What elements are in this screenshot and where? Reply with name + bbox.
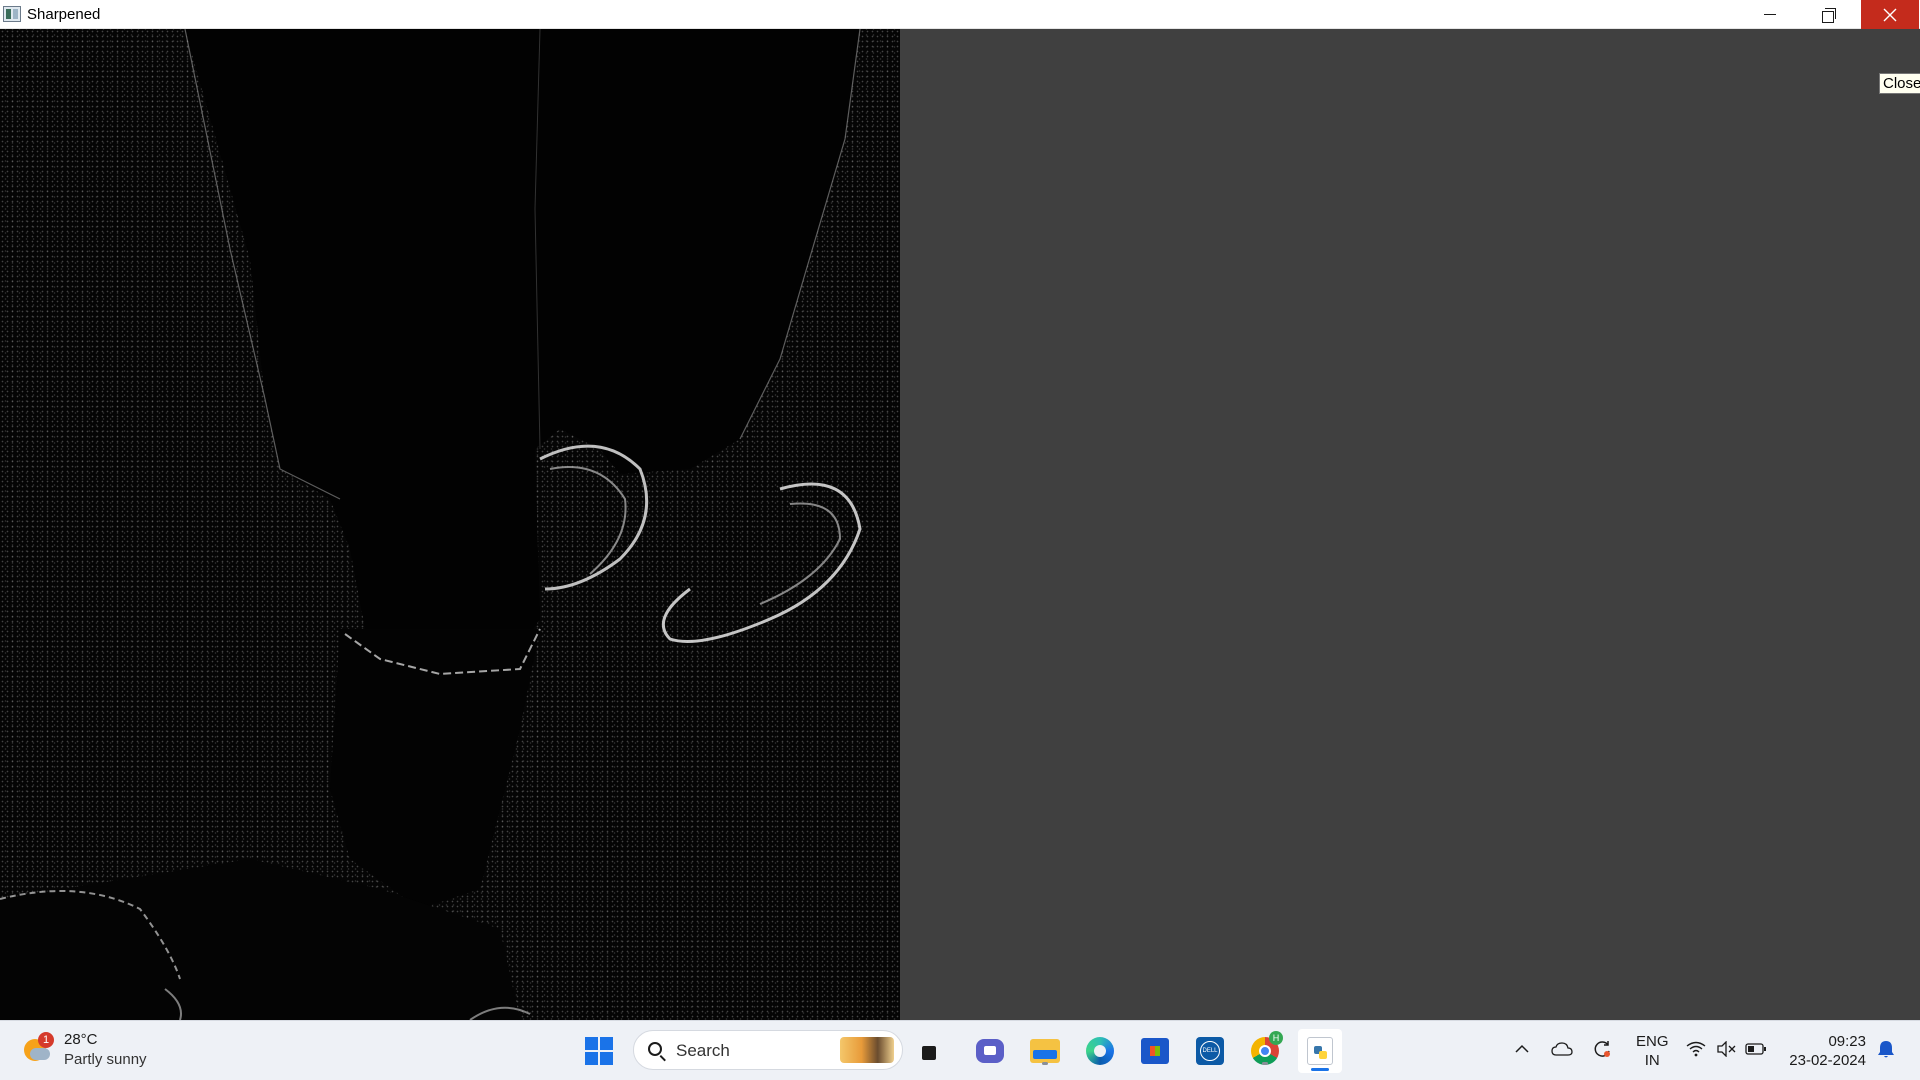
window-content: Close	[0, 29, 1920, 1020]
restore-button[interactable]	[1800, 0, 1858, 29]
volume-button[interactable]	[1714, 1037, 1738, 1061]
battery-icon	[1745, 1043, 1766, 1055]
weather-temperature: 28°C	[64, 1031, 98, 1048]
chevron-up-icon	[1515, 1044, 1529, 1053]
close-button[interactable]	[1861, 0, 1919, 29]
notifications-button[interactable]	[1874, 1037, 1898, 1061]
edge-icon	[1086, 1037, 1114, 1065]
image-edges	[0, 29, 862, 1020]
sharpened-image	[0, 29, 900, 1020]
volume-muted-icon	[1717, 1041, 1736, 1057]
clock[interactable]: 09:23 23-02-2024	[1784, 1032, 1866, 1070]
chrome-profile-badge: H	[1269, 1031, 1283, 1045]
battery-button[interactable]	[1744, 1037, 1768, 1061]
clock-time: 09:23	[1828, 1033, 1866, 1050]
wifi-icon	[1686, 1041, 1706, 1057]
cloud-icon	[30, 1048, 50, 1060]
search-highlight-image	[840, 1037, 894, 1063]
start-button[interactable]	[581, 1033, 617, 1069]
show-hidden-icons-button[interactable]	[1510, 1037, 1534, 1061]
cloud-sync-icon	[1551, 1042, 1573, 1056]
store-button[interactable]	[1137, 1033, 1173, 1069]
file-explorer-button[interactable]	[1027, 1033, 1063, 1069]
title-bar: Sharpened	[0, 0, 1920, 29]
folder-icon	[1030, 1039, 1060, 1063]
task-view-icon	[922, 1042, 943, 1060]
restore-icon	[1822, 7, 1836, 23]
python-app-button[interactable]	[1298, 1029, 1342, 1073]
task-view-button[interactable]	[914, 1033, 950, 1069]
weather-widget[interactable]: 1 28°C Partly sunny	[22, 1031, 172, 1071]
store-icon	[1141, 1038, 1169, 1064]
dell-icon: DELL	[1196, 1037, 1224, 1065]
edge-button[interactable]	[1082, 1033, 1118, 1069]
dell-button[interactable]: DELL	[1192, 1033, 1228, 1069]
taskbar-search[interactable]: Search	[633, 1030, 903, 1070]
weather-condition: Partly sunny	[64, 1051, 147, 1068]
search-placeholder: Search	[676, 1041, 730, 1060]
taskbar: 1 28°C Partly sunny Search DELL H ENG IN…	[0, 1020, 1920, 1080]
minimize-button[interactable]	[1741, 0, 1799, 29]
chat-button[interactable]	[972, 1033, 1008, 1069]
windows-logo-icon	[585, 1037, 613, 1065]
onedrive-tray-button[interactable]	[1550, 1037, 1574, 1061]
refresh-icon	[1594, 1041, 1610, 1057]
chrome-button[interactable]: H	[1247, 1031, 1283, 1069]
sync-tray-button[interactable]	[1590, 1037, 1614, 1061]
language-indicator[interactable]: ENG IN	[1636, 1032, 1669, 1070]
running-indicator	[1262, 1062, 1268, 1065]
clock-date: 23-02-2024	[1789, 1052, 1866, 1069]
close-icon	[1883, 8, 1897, 21]
app-icon	[3, 6, 21, 22]
python-icon	[1307, 1037, 1333, 1065]
search-icon	[648, 1042, 662, 1056]
weather-badge: 1	[38, 1032, 54, 1048]
language-code: ENG	[1636, 1033, 1669, 1050]
running-indicator	[1042, 1062, 1048, 1065]
region-code: IN	[1644, 1052, 1660, 1069]
active-indicator	[1311, 1068, 1329, 1071]
bell-icon	[1878, 1041, 1894, 1058]
minimize-icon	[1764, 14, 1776, 15]
close-tooltip: Close	[1879, 73, 1920, 94]
window-title: Sharpened	[27, 5, 101, 23]
chat-icon	[976, 1039, 1004, 1063]
wifi-button[interactable]	[1684, 1037, 1708, 1061]
